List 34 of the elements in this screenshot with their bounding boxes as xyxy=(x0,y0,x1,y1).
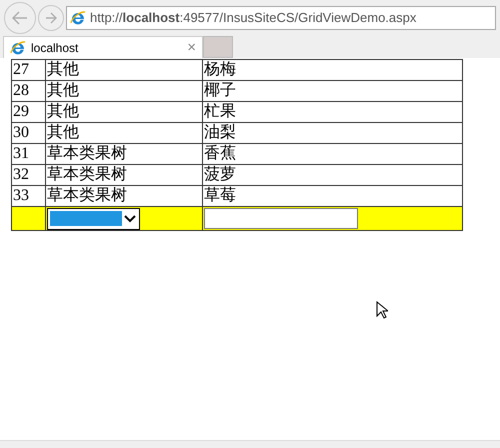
table-cell: 27 xyxy=(12,60,46,80)
browser-logo-icon xyxy=(70,10,86,26)
browser-tab[interactable]: localhost × xyxy=(3,36,203,58)
url-text: http://localhost:49577/InsusSiteCS/GridViewDemo.aspx xyxy=(90,9,416,28)
dropdown-field[interactable] xyxy=(47,208,140,230)
table-cell: 草本类果树 xyxy=(46,164,202,186)
table-cell: 28 xyxy=(12,80,46,102)
forward-arrow-icon xyxy=(45,12,57,24)
address-bar[interactable]: http://localhost:49577/InsusSiteCS/GridViewDemo.aspx xyxy=(66,6,496,30)
table-cell: 其他 xyxy=(46,102,202,122)
table-cell: 杧果 xyxy=(202,102,462,122)
table-cell: 29 xyxy=(12,102,46,122)
close-tab-button[interactable]: × xyxy=(187,40,196,55)
table-cell: 草本类果树 xyxy=(46,144,202,164)
table-cell: 其他 xyxy=(46,122,202,144)
table-cell: 香蕉 xyxy=(202,144,462,164)
mouse-cursor-icon xyxy=(376,301,388,319)
browser-logo-icon xyxy=(10,40,26,56)
table-cell: 油梨 xyxy=(202,122,462,144)
table-cell: 31 xyxy=(12,144,46,164)
table-cell: 菠萝 xyxy=(202,164,462,186)
back-button[interactable] xyxy=(4,2,36,34)
tab-title: localhost xyxy=(31,40,80,56)
input-field[interactable] xyxy=(204,208,358,229)
back-arrow-icon xyxy=(12,11,28,25)
caret-icon xyxy=(124,214,136,222)
new-tab-button[interactable] xyxy=(203,36,233,58)
forward-button[interactable] xyxy=(38,5,64,31)
table-cell: 其他 xyxy=(46,60,202,80)
table-cell: 其他 xyxy=(46,80,202,102)
table-cell: 32 xyxy=(12,164,46,186)
table-cell: 椰子 xyxy=(202,80,462,102)
table-cell: 杨梅 xyxy=(202,60,462,80)
table-cell: 30 xyxy=(12,122,46,144)
